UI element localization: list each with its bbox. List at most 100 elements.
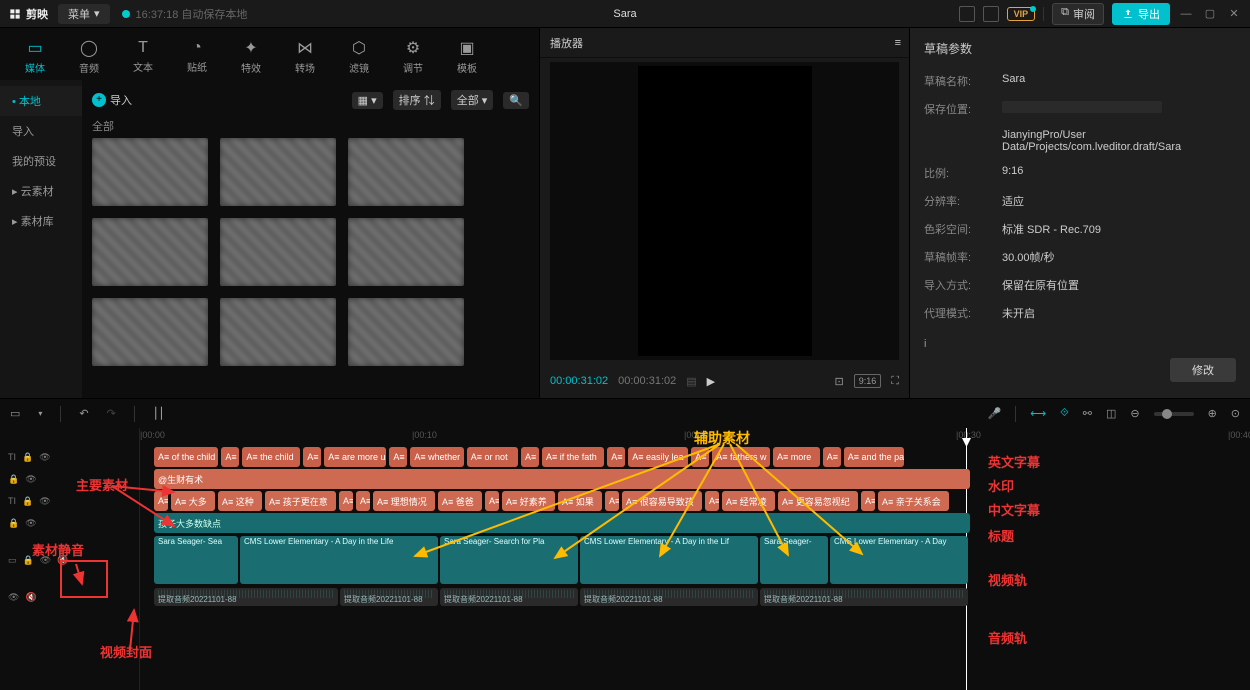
title-clip[interactable]: 孩子大多数缺点 xyxy=(154,513,970,533)
track-head-icon[interactable]: 👁 xyxy=(8,592,19,603)
subtitle-clip[interactable]: A≡ the child xyxy=(242,447,300,467)
subtitle-clip[interactable]: A≡ if the fath xyxy=(542,447,604,467)
track-head[interactable]: TI 🔒 👁 xyxy=(0,490,139,512)
track-head-icon[interactable]: 🔒 xyxy=(8,518,19,529)
tool-tab-adjust[interactable]: ⚙调节 xyxy=(386,32,440,80)
subtitle-clip[interactable]: A≡ xyxy=(221,447,239,467)
sidenav-item[interactable]: 导入 xyxy=(0,116,82,146)
select-chevron-icon[interactable]: ▾ xyxy=(38,409,42,418)
subtitle-clip[interactable]: A≡ 如果 xyxy=(558,491,602,511)
track-head-icon[interactable]: 👁 xyxy=(25,518,36,529)
timeline-track[interactable]: @生财有术 xyxy=(140,468,1250,490)
tool-tab-media[interactable]: ▭媒体 xyxy=(8,32,62,80)
track-head-icon[interactable]: 🔒 xyxy=(22,496,33,507)
track-head-icon[interactable]: 🔒 xyxy=(23,555,34,566)
maximize-button[interactable]: ▢ xyxy=(1202,7,1218,20)
aspect-ratio[interactable]: 9:16 xyxy=(854,374,882,388)
select-tool-icon[interactable]: ▭ xyxy=(10,407,20,420)
menu-button[interactable]: 菜单▾ xyxy=(58,4,110,24)
track-head-icon[interactable]: TI xyxy=(8,452,16,462)
audio-clip[interactable]: 提取音频20221101-88 xyxy=(580,588,758,606)
track-head-icon[interactable]: 👁 xyxy=(25,474,36,485)
sidenav-item[interactable]: 云素材 xyxy=(0,176,82,206)
subtitle-clip[interactable]: A≡ 理想情况 xyxy=(373,491,435,511)
sidenav-item[interactable]: 素材库 xyxy=(0,206,82,236)
subtitle-clip[interactable]: A≡ more xyxy=(773,447,820,467)
track-head-icon[interactable]: 👁 xyxy=(40,555,51,566)
minimize-button[interactable]: — xyxy=(1178,8,1194,20)
cut-tool-icon[interactable]: ⎮⎮ xyxy=(153,407,164,420)
redo-icon[interactable]: ↷ xyxy=(107,407,116,420)
player-menu-icon[interactable]: ≡ xyxy=(895,37,899,49)
tool-tab-sticker[interactable]: ◔贴纸 xyxy=(170,32,224,80)
audio-clip[interactable]: 提取音频20221101-88 xyxy=(760,588,968,606)
preview-cut-icon[interactable]: ◫ xyxy=(1106,407,1116,420)
display-icon[interactable] xyxy=(983,6,999,22)
filter-all-button[interactable]: 全部 ▾ xyxy=(451,90,494,110)
track-head-icon[interactable]: 🔒 xyxy=(22,452,33,463)
subtitle-clip[interactable]: A≡ 孩子更在意 xyxy=(265,491,336,511)
video-clip[interactable]: Sara Seager- xyxy=(760,536,828,584)
audio-clip[interactable]: 提取音频20221101-88 xyxy=(154,588,338,606)
export-button[interactable]: 导出 xyxy=(1112,3,1170,25)
timeline-track[interactable]: Sara Seager- SeaCMS Lower Elementary - A… xyxy=(140,534,1250,586)
search-button[interactable]: 🔍 xyxy=(503,92,529,109)
media-thumbnail[interactable] xyxy=(92,298,208,366)
media-thumbnail[interactable] xyxy=(220,138,336,206)
subtitle-clip[interactable]: A≡ fathers w xyxy=(712,447,770,467)
subtitle-clip[interactable]: A≡ 这种 xyxy=(218,491,262,511)
media-thumbnail[interactable] xyxy=(348,138,464,206)
link-icon[interactable]: ⚯ xyxy=(1083,407,1092,420)
subtitle-clip[interactable]: A≡ whether xyxy=(410,447,463,467)
subtitle-clip[interactable]: A≡ xyxy=(356,491,370,511)
media-thumbnail[interactable] xyxy=(348,298,464,366)
subtitle-clip[interactable]: A≡ easily lea xyxy=(628,447,688,467)
subtitle-clip[interactable]: A≡ xyxy=(389,447,407,467)
media-thumbnail[interactable] xyxy=(92,218,208,286)
track-head-icon[interactable]: TI xyxy=(8,496,16,506)
timeline-track[interactable]: A≡ of the childA≡ A≡ the childA≡ A≡ are … xyxy=(140,446,1250,468)
subtitle-clip[interactable]: A≡ xyxy=(154,491,168,511)
subtitle-clip[interactable]: A≡ or not xyxy=(467,447,518,467)
video-clip[interactable]: CMS Lower Elementary - A Day xyxy=(830,536,968,584)
subtitle-clip[interactable]: A≡ xyxy=(691,447,709,467)
tool-tab-template[interactable]: ▣模板 xyxy=(440,32,494,80)
video-clip[interactable]: CMS Lower Elementary - A Day in the Lif xyxy=(580,536,758,584)
subtitle-clip[interactable]: A≡ xyxy=(303,447,321,467)
subtitle-clip[interactable]: A≡ 经常凌 xyxy=(722,491,775,511)
subtitle-clip[interactable]: A≡ xyxy=(605,491,619,511)
subtitle-clip[interactable]: A≡ 很容易导致孩 xyxy=(622,491,702,511)
tool-tab-transition[interactable]: ⋈转场 xyxy=(278,32,332,80)
subtitle-clip[interactable]: A≡ xyxy=(339,491,353,511)
auto-snap-icon[interactable]: ⟐ xyxy=(1060,407,1069,420)
timeline-list-icon[interactable]: ▤ xyxy=(686,375,696,388)
subtitle-clip[interactable]: A≡ 好素养 xyxy=(502,491,555,511)
subtitle-clip[interactable]: A≡ of the child xyxy=(154,447,218,467)
track-head[interactable]: 👁🔇 xyxy=(0,586,139,608)
magnet-icon[interactable]: ⟷ xyxy=(1030,407,1046,420)
timeline-track[interactable]: 提取音频20221101-88提取音频20221101-88提取音频202211… xyxy=(140,586,1250,608)
subtitle-clip[interactable]: A≡ and the pa xyxy=(844,447,904,467)
layout-icon[interactable] xyxy=(959,6,975,22)
subtitle-clip[interactable]: A≡ are more us xyxy=(324,447,386,467)
props-edit-button[interactable]: 修改 xyxy=(1170,358,1236,382)
sort-button[interactable]: 排序 ⇅ xyxy=(393,90,441,110)
media-thumbnail[interactable] xyxy=(220,298,336,366)
track-head-icon[interactable]: 🔇 xyxy=(57,555,68,566)
sidenav-item[interactable]: 我的预设 xyxy=(0,146,82,176)
subtitle-clip[interactable]: A≡ 亲子关系会 xyxy=(878,491,949,511)
track-head-icon[interactable]: 🔒 xyxy=(8,474,19,485)
sidenav-item[interactable]: 本地 xyxy=(0,86,82,116)
mic-icon[interactable]: 🎤 xyxy=(988,407,1002,420)
close-button[interactable]: ✕ xyxy=(1226,7,1242,20)
fullscreen-icon[interactable]: ⛶ xyxy=(891,375,899,388)
media-thumbnail[interactable] xyxy=(220,218,336,286)
track-head[interactable]: ▭🔒👁🔇 xyxy=(0,534,139,586)
vip-badge[interactable]: VIP xyxy=(1007,7,1036,21)
zoom-slider[interactable] xyxy=(1154,412,1194,416)
zoom-fit-icon[interactable]: ⊙ xyxy=(1231,407,1240,420)
thumbnail-icon[interactable]: ⊡ xyxy=(835,375,844,388)
subtitle-clip[interactable]: A≡ xyxy=(521,447,539,467)
track-head-icon[interactable]: 👁 xyxy=(39,496,50,507)
watermark-clip[interactable]: @生财有术 xyxy=(154,469,970,489)
